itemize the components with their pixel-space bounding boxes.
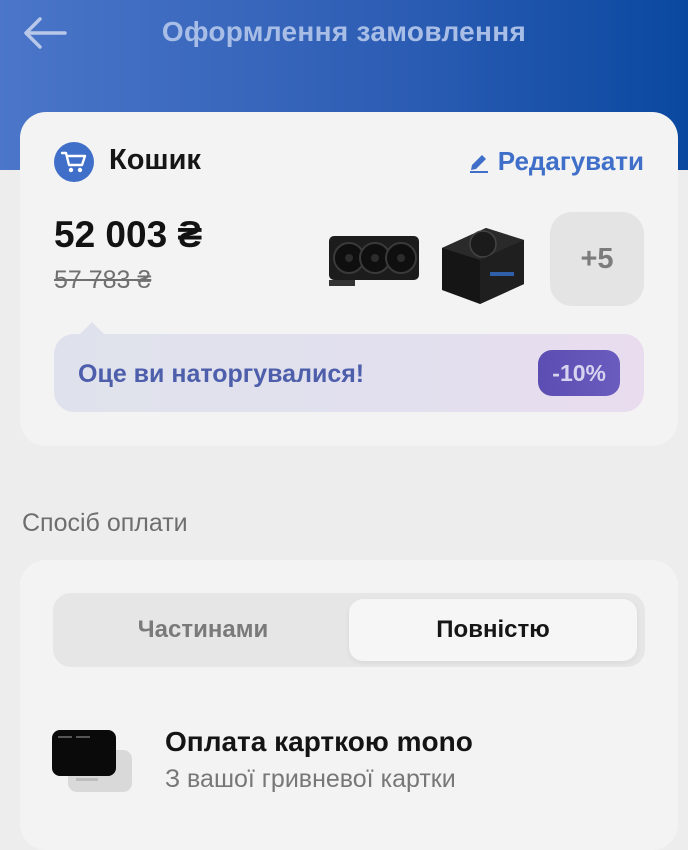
discount-banner: Оце ви наторгувалися! -10% <box>54 334 644 412</box>
payment-section-label: Спосіб оплати <box>22 509 188 537</box>
power-supply-image[interactable] <box>434 212 530 308</box>
cart-total-price: 52 003 ₴ <box>54 214 203 255</box>
graphics-card-image[interactable] <box>326 212 422 308</box>
more-items-button[interactable]: +5 <box>550 212 644 306</box>
payment-method-title[interactable]: Оплата карткою mono <box>165 726 473 758</box>
edit-cart-button[interactable]: Редагувати <box>468 146 644 177</box>
cart-icon <box>54 142 94 182</box>
pencil-icon <box>469 154 488 173</box>
payment-type-switch: Частинами Повністю <box>53 593 645 667</box>
discount-banner-text: Оце ви наторгувалися! <box>78 360 365 388</box>
cart-title: Кошик <box>109 144 201 176</box>
edit-cart-label: Редагувати <box>497 146 644 176</box>
payment-card: Частинами Повністю Оплата карткою mono З… <box>20 560 678 850</box>
cart-card: Кошик Редагувати 52 003 ₴ 57 783 ₴ +5 Оц… <box>20 112 678 446</box>
tab-installments[interactable]: Частинами <box>59 599 347 661</box>
discount-badge: -10% <box>538 350 620 396</box>
payment-method-subtitle: З вашої гривневої картки <box>165 765 456 793</box>
cart-old-price: 57 783 ₴ <box>54 266 152 294</box>
tab-full-payment[interactable]: Повністю <box>349 599 637 661</box>
mono-card-icon[interactable] <box>52 728 134 794</box>
page-title: Оформлення замовлення <box>161 16 527 47</box>
